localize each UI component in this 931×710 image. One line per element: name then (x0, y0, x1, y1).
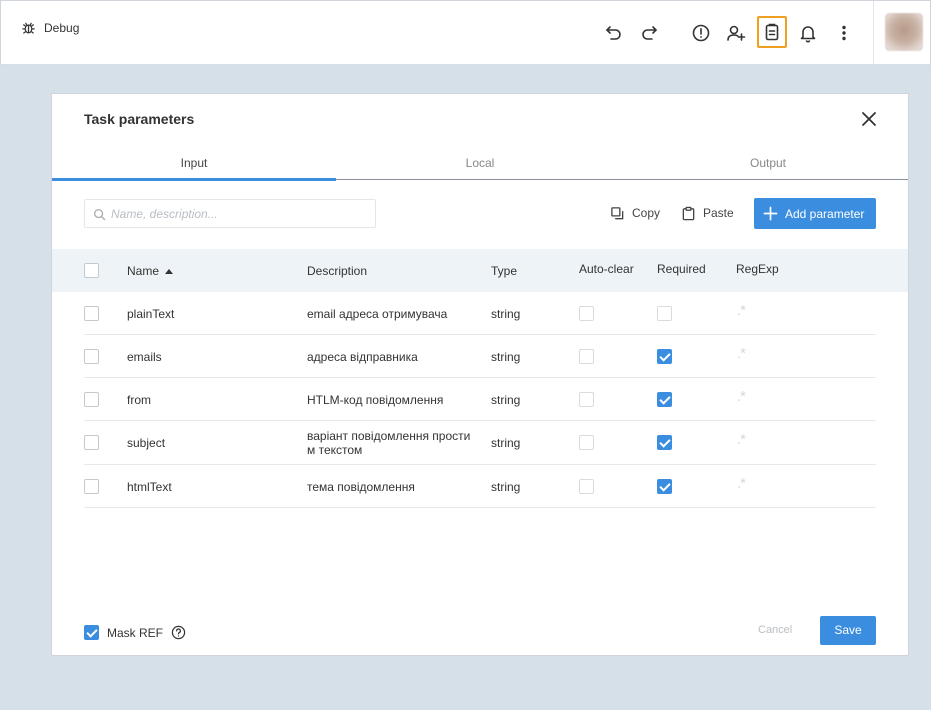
cancel-button[interactable]: Cancel (758, 624, 792, 636)
copy-label: Copy (632, 206, 661, 220)
copy-button[interactable]: Copy (610, 202, 660, 224)
more-vertical-icon (842, 25, 846, 41)
parameter-description-continued: м текстом (307, 443, 363, 457)
parameter-description: email адреса отримувача (307, 307, 448, 321)
bell-icon (800, 26, 816, 43)
auto-clear-checkbox[interactable] (579, 306, 594, 321)
parameter-description: HTLM-код повідомлення (307, 393, 444, 407)
required-checkbox[interactable] (657, 479, 672, 494)
required-checkbox[interactable] (657, 349, 672, 364)
column-header-type: Type (491, 264, 518, 278)
select-all-checkbox[interactable] (84, 263, 99, 278)
table-header: Name Description Type Auto-clear Require… (52, 249, 908, 292)
regexp-icon[interactable]: .* (737, 431, 746, 448)
save-button[interactable]: Save (820, 616, 876, 645)
parameter-description: адреса відправника (307, 350, 418, 364)
redo-icon (642, 26, 657, 40)
bug-icon (22, 22, 35, 34)
parameter-type: string (491, 393, 521, 407)
column-header-required: Required (657, 262, 706, 276)
auto-clear-checkbox[interactable] (579, 479, 594, 494)
mask-ref-label: Mask REF (107, 625, 164, 640)
tab-output[interactable]: Output (624, 152, 912, 180)
add-user-icon (727, 25, 746, 41)
avatar[interactable] (885, 13, 923, 51)
more-menu-button[interactable] (830, 19, 858, 47)
paste-icon (682, 206, 695, 220)
undo-icon (606, 26, 621, 40)
add-user-button[interactable] (722, 19, 750, 47)
top-bar: Debug (0, 0, 931, 65)
table-row[interactable]: plainText email адреса отримувача string… (84, 292, 876, 335)
required-checkbox[interactable] (657, 392, 672, 407)
mask-ref-control: Mask REF (84, 625, 186, 640)
parameter-type: string (491, 350, 521, 364)
copy-icon (611, 206, 624, 219)
parameter-name: subject (127, 436, 166, 450)
plus-icon (763, 206, 778, 221)
search-icon (93, 208, 106, 221)
paste-button[interactable]: Paste (681, 202, 734, 224)
parameter-type: string (491, 436, 521, 450)
parameter-name: from (127, 393, 151, 407)
sort-ascending-icon (165, 269, 174, 274)
debug-button[interactable]: Debug (21, 20, 79, 35)
add-parameter-button[interactable]: Add parameter (754, 198, 876, 229)
add-parameter-label: Add parameter (785, 206, 865, 221)
parameter-type: string (491, 307, 521, 321)
regexp-icon[interactable]: .* (737, 302, 746, 319)
undo-button[interactable] (600, 19, 628, 47)
regexp-icon[interactable]: .* (737, 388, 746, 405)
regexp-icon[interactable]: .* (737, 475, 746, 492)
column-header-regexp: RegExp (736, 262, 779, 276)
row-checkbox[interactable] (84, 306, 99, 321)
topbar-divider (873, 1, 874, 65)
row-checkbox[interactable] (84, 392, 99, 407)
redo-button[interactable] (635, 19, 663, 47)
mask-ref-checkbox[interactable] (84, 625, 99, 640)
required-checkbox[interactable] (657, 306, 672, 321)
parameter-name: plainText (127, 307, 175, 321)
required-checkbox[interactable] (657, 435, 672, 450)
clipboard-button[interactable] (757, 16, 787, 48)
parameter-name: emails (127, 350, 162, 364)
table-row[interactable]: subject варіант повідомлення прости м те… (84, 421, 876, 465)
auto-clear-checkbox[interactable] (579, 349, 594, 364)
parameter-type: string (491, 480, 521, 494)
search-input[interactable] (111, 200, 371, 227)
table-row[interactable]: from HTLM-код повідомлення string .* (84, 378, 876, 421)
column-name-label: Name (127, 264, 160, 278)
clipboard-icon (765, 23, 779, 41)
active-tab-indicator (52, 178, 336, 181)
tab-bar: Input Local Output (52, 152, 908, 180)
close-icon[interactable] (858, 108, 880, 130)
parameter-description: тема повідомлення (307, 480, 415, 494)
auto-clear-checkbox[interactable] (579, 435, 594, 450)
parameter-description: варіант повідомлення прости (307, 429, 471, 443)
column-header-description: Description (307, 264, 368, 278)
help-icon[interactable] (171, 625, 186, 640)
tab-input[interactable]: Input (52, 152, 336, 180)
tab-local[interactable]: Local (336, 152, 624, 180)
debug-label: Debug (44, 20, 80, 35)
notifications-button[interactable] (794, 19, 822, 47)
search-box (84, 199, 376, 228)
dialog-title: Task parameters (84, 111, 195, 127)
table-row[interactable]: emails адреса відправника string .* (84, 335, 876, 378)
row-checkbox[interactable] (84, 479, 99, 494)
auto-clear-checkbox[interactable] (579, 392, 594, 407)
alert-icon (692, 24, 710, 42)
row-checkbox[interactable] (84, 349, 99, 364)
paste-label: Paste (703, 206, 734, 220)
regexp-icon[interactable]: .* (737, 345, 746, 362)
task-parameters-dialog: Task parameters Input Local Output Copy … (51, 93, 909, 656)
parameter-name: htmlText (127, 480, 172, 494)
alert-button[interactable] (687, 19, 715, 47)
table-row[interactable]: htmlText тема повідомлення string .* (84, 465, 876, 508)
row-checkbox[interactable] (84, 435, 99, 450)
column-header-name[interactable]: Name (127, 264, 174, 278)
column-header-auto-clear: Auto-clear (579, 262, 634, 276)
